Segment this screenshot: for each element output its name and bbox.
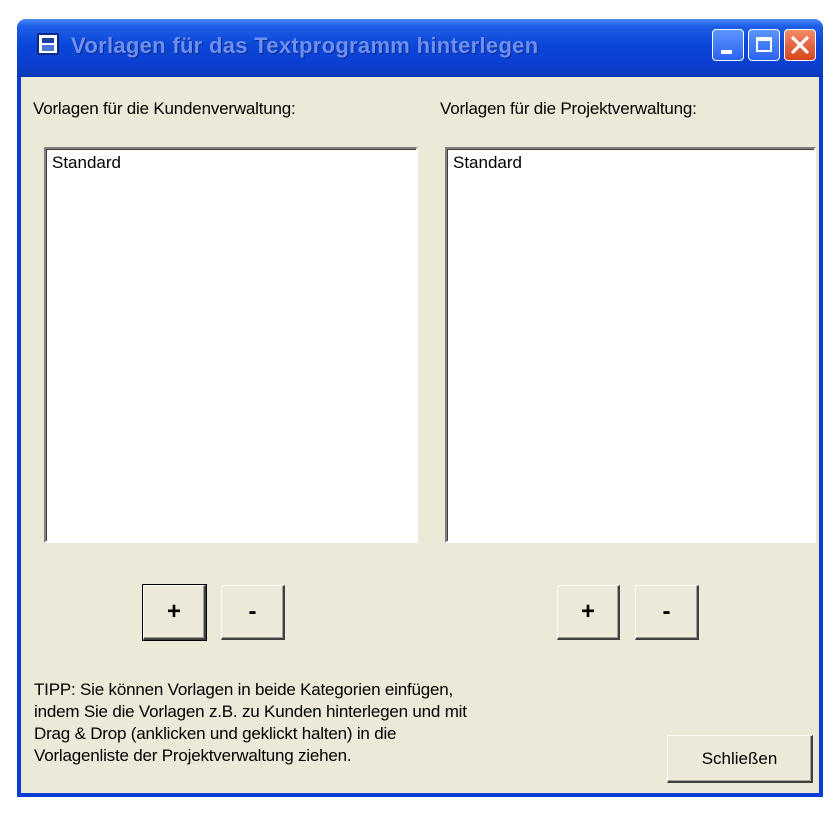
list-item[interactable]: Standard bbox=[453, 153, 522, 173]
close-icon bbox=[791, 36, 809, 54]
remove-project-template-button[interactable]: - bbox=[635, 585, 699, 640]
close-button[interactable]: Schließen bbox=[667, 735, 813, 783]
dialog-client-area: Vorlagen für die Kundenverwaltung: Vorla… bbox=[21, 77, 819, 793]
maximize-button[interactable] bbox=[748, 29, 780, 61]
dialog-window: Vorlagen für das Textprogramm hinterlege… bbox=[17, 19, 823, 797]
app-icon[interactable] bbox=[37, 33, 59, 55]
title-bar[interactable]: Vorlagen für das Textprogramm hinterlege… bbox=[17, 19, 823, 77]
customer-templates-label: Vorlagen für die Kundenverwaltung: bbox=[33, 99, 296, 118]
add-project-template-button[interactable]: + bbox=[557, 585, 620, 640]
tip-line: indem Sie die Vorlagen z.B. zu Kunden hi… bbox=[34, 702, 467, 721]
project-templates-list[interactable]: Standard bbox=[445, 147, 816, 543]
tip-line: Vorlagenliste der Projektverwaltung zieh… bbox=[34, 746, 352, 765]
tip-line: TIPP: Sie können Vorlagen in beide Kateg… bbox=[34, 680, 454, 699]
project-templates-label: Vorlagen für die Projektverwaltung: bbox=[440, 99, 697, 118]
close-window-button[interactable] bbox=[784, 29, 816, 61]
customer-templates-list[interactable]: Standard bbox=[44, 147, 418, 543]
minimize-button[interactable] bbox=[712, 29, 744, 61]
add-customer-template-button[interactable]: + bbox=[142, 584, 207, 641]
tip-text: TIPP: Sie können Vorlagen in beide Kateg… bbox=[34, 679, 594, 767]
window-title: Vorlagen für das Textprogramm hinterlege… bbox=[71, 33, 539, 58]
list-item[interactable]: Standard bbox=[52, 153, 121, 173]
remove-customer-template-button[interactable]: - bbox=[221, 585, 285, 640]
tip-line: Drag & Drop (anklicken und geklickt halt… bbox=[34, 724, 397, 743]
